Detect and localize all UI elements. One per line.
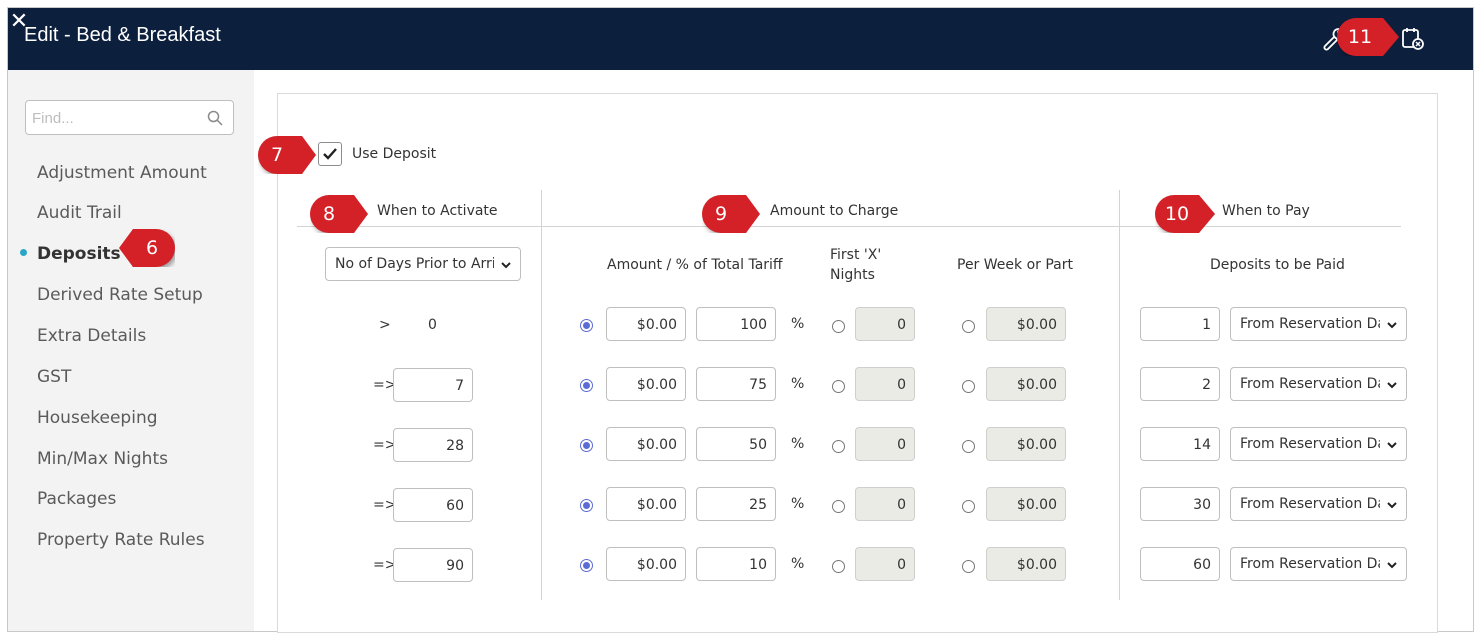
percent-sign: % bbox=[791, 316, 805, 332]
first-x-header-line2: Nights bbox=[830, 267, 875, 283]
first-x-radio[interactable] bbox=[832, 320, 845, 333]
when-to-pay-heading: When to Pay bbox=[1222, 203, 1310, 219]
sidebar-item-adjustment-amount[interactable]: Adjustment Amount bbox=[37, 163, 207, 183]
sidebar-item-audit-trail[interactable]: Audit Trail bbox=[37, 203, 122, 223]
activate-days-input[interactable]: 28 bbox=[393, 428, 473, 462]
per-week-radio[interactable] bbox=[962, 440, 975, 453]
first-x-radio[interactable] bbox=[832, 440, 845, 453]
percent-input[interactable]: 75 bbox=[696, 367, 776, 401]
amount-pct-header: Amount / % of Total Tariff bbox=[607, 257, 783, 273]
sidebar-item-min-max-nights[interactable]: Min/Max Nights bbox=[37, 449, 168, 469]
column-divider bbox=[1119, 190, 1120, 600]
pay-from-select[interactable]: From Reservation Date bbox=[1230, 547, 1407, 581]
activate-days-input[interactable]: 60 bbox=[393, 488, 473, 522]
first-x-input[interactable]: 0 bbox=[855, 367, 915, 401]
percent-input[interactable]: 100 bbox=[696, 307, 776, 341]
amount-input[interactable]: $0.00 bbox=[606, 547, 686, 581]
amount-to-charge-heading: Amount to Charge bbox=[770, 203, 899, 219]
sidebar: Adjustment Amount Audit Trail Deposits D… bbox=[8, 70, 254, 631]
pay-from-select[interactable]: From Reservation Date bbox=[1230, 367, 1407, 401]
pay-days-input[interactable]: 1 bbox=[1140, 307, 1220, 341]
pay-days-input[interactable]: 14 bbox=[1140, 427, 1220, 461]
chevron-down-icon bbox=[1387, 442, 1397, 449]
amount-radio[interactable] bbox=[580, 379, 593, 392]
pay-days-input[interactable]: 2 bbox=[1140, 367, 1220, 401]
dialog-header: Edit - Bed & Breakfast ✕ bbox=[8, 8, 1473, 70]
chevron-down-icon bbox=[501, 262, 511, 269]
per-week-radio[interactable] bbox=[962, 560, 975, 573]
use-deposit-label: Use Deposit bbox=[352, 146, 437, 162]
first-x-radio[interactable] bbox=[832, 380, 845, 393]
per-week-header: Per Week or Part bbox=[957, 257, 1073, 273]
percent-sign: % bbox=[791, 436, 805, 452]
sidebar-item-property-rate-rules[interactable]: Property Rate Rules bbox=[37, 530, 205, 550]
sidebar-item-derived-rate-setup[interactable]: Derived Rate Setup bbox=[37, 285, 203, 305]
activate-days-value: 0 bbox=[428, 317, 437, 333]
per-week-radio[interactable] bbox=[962, 320, 975, 333]
active-indicator-dot bbox=[20, 249, 27, 256]
amount-input[interactable]: $0.00 bbox=[606, 487, 686, 521]
pay-days-input[interactable]: 30 bbox=[1140, 487, 1220, 521]
first-x-radio[interactable] bbox=[832, 500, 845, 513]
dialog-title: Edit - Bed & Breakfast bbox=[24, 24, 221, 46]
amount-radio[interactable] bbox=[580, 439, 593, 452]
amount-radio[interactable] bbox=[580, 559, 593, 572]
amount-input[interactable]: $0.00 bbox=[606, 367, 686, 401]
search-icon bbox=[207, 110, 223, 126]
per-week-input[interactable]: $0.00 bbox=[986, 427, 1066, 461]
chevron-down-icon bbox=[1387, 502, 1397, 509]
first-x-input[interactable]: 0 bbox=[855, 307, 915, 341]
per-week-input[interactable]: $0.00 bbox=[986, 367, 1066, 401]
activate-operator: > bbox=[379, 317, 391, 333]
per-week-radio[interactable] bbox=[962, 500, 975, 513]
percent-sign: % bbox=[791, 376, 805, 392]
percent-input[interactable]: 25 bbox=[696, 487, 776, 521]
sidebar-item-packages[interactable]: Packages bbox=[37, 489, 116, 509]
per-week-input[interactable]: $0.00 bbox=[986, 487, 1066, 521]
section-divider bbox=[297, 226, 1401, 227]
sidebar-item-deposits[interactable]: Deposits bbox=[37, 244, 121, 264]
deposits-to-be-paid-header: Deposits to be Paid bbox=[1210, 257, 1345, 273]
activate-days-input[interactable]: 90 bbox=[393, 548, 473, 582]
first-x-header-line1: First 'X' bbox=[830, 247, 882, 263]
use-deposit-checkbox[interactable] bbox=[318, 142, 342, 166]
checkmark-icon bbox=[323, 148, 337, 160]
chevron-down-icon bbox=[1387, 562, 1397, 569]
percent-input[interactable]: 50 bbox=[696, 427, 776, 461]
first-x-input[interactable]: 0 bbox=[855, 547, 915, 581]
per-week-input[interactable]: $0.00 bbox=[986, 307, 1066, 341]
pay-from-select[interactable]: From Reservation Date bbox=[1230, 427, 1407, 461]
when-to-activate-heading: When to Activate bbox=[377, 203, 498, 219]
chevron-down-icon bbox=[1387, 382, 1397, 389]
amount-radio[interactable] bbox=[580, 499, 593, 512]
amount-radio[interactable] bbox=[580, 319, 593, 332]
amount-input[interactable]: $0.00 bbox=[606, 307, 686, 341]
sidebar-item-gst[interactable]: GST bbox=[37, 367, 71, 387]
chevron-down-icon bbox=[1387, 322, 1397, 329]
search-input[interactable] bbox=[32, 108, 197, 128]
activate-type-select[interactable]: No of Days Prior to Arrival bbox=[325, 247, 521, 281]
save-calendar-icon[interactable] bbox=[1400, 26, 1426, 52]
first-x-radio[interactable] bbox=[832, 560, 845, 573]
percent-input[interactable]: 10 bbox=[696, 547, 776, 581]
percent-sign: % bbox=[791, 496, 805, 512]
pay-days-input[interactable]: 60 bbox=[1140, 547, 1220, 581]
sidebar-item-housekeeping[interactable]: Housekeeping bbox=[37, 408, 158, 428]
search-box[interactable] bbox=[25, 100, 234, 135]
first-x-input[interactable]: 0 bbox=[855, 487, 915, 521]
amount-input[interactable]: $0.00 bbox=[606, 427, 686, 461]
activate-days-input[interactable]: 7 bbox=[393, 368, 473, 402]
per-week-input[interactable]: $0.00 bbox=[986, 547, 1066, 581]
column-divider bbox=[541, 190, 542, 600]
percent-sign: % bbox=[791, 556, 805, 572]
pay-from-select[interactable]: From Reservation Date bbox=[1230, 307, 1407, 341]
pay-from-select[interactable]: From Reservation Date bbox=[1230, 487, 1407, 521]
first-x-input[interactable]: 0 bbox=[855, 427, 915, 461]
per-week-radio[interactable] bbox=[962, 380, 975, 393]
sidebar-item-extra-details[interactable]: Extra Details bbox=[37, 326, 146, 346]
